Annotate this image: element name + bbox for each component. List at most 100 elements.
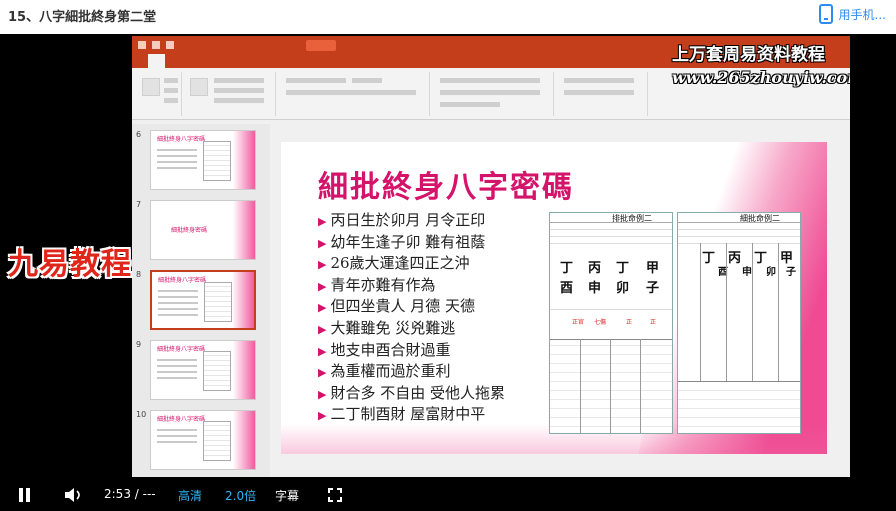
time-display: 2:53 / --- xyxy=(104,487,156,501)
chart-note: 正官 xyxy=(572,319,585,326)
bullet-item: ▶ 幼年生逢子卯 難有祖蔭 xyxy=(318,232,486,251)
ribbon-group-drawing xyxy=(558,72,648,116)
pillar-branch: 子 xyxy=(786,267,796,278)
tab-9 xyxy=(264,54,280,68)
paste-icon xyxy=(142,78,160,96)
thumbnail-slide-10[interactable]: 10 細批終身八字密碼 xyxy=(132,408,270,477)
thumbnail-number: 6 xyxy=(136,130,142,139)
thumbnail-slide-7[interactable]: 7 細批終身密碼 xyxy=(132,198,270,268)
phone-label: 用手机... xyxy=(838,7,886,22)
tab-4 xyxy=(181,54,197,68)
thumbnail-slide-9[interactable]: 9 細批終身八字密碼 xyxy=(132,338,270,408)
thumbnail-image: 細批終身八字密碼 xyxy=(150,270,256,330)
watermark-line1: 上万套周易资料教程 xyxy=(672,45,825,65)
bazi-chart-2: 細批命例二 丁 丙 丁 甲 酉 申 卯 子 xyxy=(677,212,801,434)
top-bar: 15、八字細批終身第二堂 用手机... xyxy=(0,0,896,34)
pillar-branch: 申 xyxy=(742,267,752,278)
bullet-arrow-icon: ▶ xyxy=(318,301,327,315)
pillar-branch: 子 xyxy=(646,281,660,296)
video-controls: 2:53 / --- 高清 2.0倍 字幕 xyxy=(0,479,896,511)
pause-icon[interactable] xyxy=(18,488,32,502)
bullet-arrow-icon: ▶ xyxy=(318,387,327,401)
thumbnail-image: 細批終身密碼 xyxy=(150,200,256,260)
pillar-stem: 丁 xyxy=(702,251,716,266)
pillar-stem: 甲 xyxy=(646,261,660,276)
undo-icon xyxy=(152,41,160,49)
pillar-stem: 丙 xyxy=(588,261,602,276)
thumbnail-title: 細批終身八字密碼 xyxy=(157,416,206,423)
thumbnail-image: 細批終身八字密碼 xyxy=(150,130,256,190)
thumbnail-title: 細批終身八字密碼 xyxy=(158,277,207,284)
phone-link[interactable]: 用手机... xyxy=(818,4,886,24)
bullet-item: ▶ 26歲大運逢四正之沖 xyxy=(318,254,470,273)
thumbnail-image: 細批終身八字密碼 xyxy=(150,410,256,470)
tab-5 xyxy=(198,54,214,68)
tab-2 xyxy=(148,54,165,68)
pillar-branch: 卯 xyxy=(616,281,630,296)
thumbnail-number: 7 xyxy=(136,200,142,209)
bullet-item: ▶ 地支申酉合財過重 xyxy=(318,340,451,359)
video-player[interactable]: 上万套周易资料教程 www.265zhouyiw.com 6 細批終身八字密碼 … xyxy=(0,34,896,511)
bazi-chart-1: 排批命例二 丁 丙 丁 甲 酉 申 卯 子 正官 七傷 正 正 xyxy=(549,212,673,434)
slide-title: 細批終身八字密碼 xyxy=(318,170,574,205)
bullet-arrow-icon: ▶ xyxy=(318,409,327,423)
subtitle-button[interactable]: 字幕 xyxy=(275,487,299,504)
chart-note: 正 xyxy=(650,319,657,326)
pillar-stem: 丁 xyxy=(560,261,574,276)
bullet-arrow-icon: ▶ xyxy=(318,215,327,228)
pillar-branch: 酉 xyxy=(560,281,574,296)
page-title: 15、八字細批終身第二堂 xyxy=(8,10,157,25)
thumbnail-title: 細批終身密碼 xyxy=(171,227,208,234)
thumbnail-number: 10 xyxy=(136,410,147,419)
bullet-item: ▶ 為重權而過於重利 xyxy=(318,362,451,381)
thumbnail-number: 9 xyxy=(136,340,142,349)
ribbon-group-paragraph xyxy=(434,72,554,116)
redo-icon xyxy=(166,41,174,49)
pillar-stem: 丙 xyxy=(728,251,742,266)
tab-7 xyxy=(231,54,247,68)
thumbnail-image: 細批終身八字密碼 xyxy=(150,340,256,400)
main-slide: 細批終身八字密碼 ▶ 丙日生於卯月 月令正印 ▶ 幼年生逢子卯 難有祖蔭 ▶ 26歲大… xyxy=(281,142,827,454)
speed-button[interactable]: 2.0倍 xyxy=(225,487,256,504)
bullet-item: ▶ 丙日生於卯月 月令正印 xyxy=(318,211,486,229)
tab-3 xyxy=(165,54,181,68)
bullet-item: ▶ 財合多 不自由 受他人拖累 xyxy=(318,383,506,402)
bullet-arrow-icon: ▶ xyxy=(318,258,327,272)
bullet-arrow-icon: ▶ xyxy=(318,279,327,293)
bullet-arrow-icon: ▶ xyxy=(318,236,327,250)
pillar-stem: 丁 xyxy=(616,261,630,276)
powerpoint-window: 上万套周易资料教程 www.265zhouyiw.com 6 細批終身八字密碼 … xyxy=(132,36,850,477)
ribbon-group-font xyxy=(280,72,430,116)
bullet-item: ▶ 大難雖免 災兇難逃 xyxy=(318,318,456,337)
video-page: 15、八字細批終身第二堂 用手机... 上万套周易资料教程 www.265zho… xyxy=(0,0,896,511)
pillar-branch: 卯 xyxy=(766,267,776,278)
bullet-item: ▶ 二丁制酉財 屋富財中平 xyxy=(318,405,486,424)
chart-note: 七傷 xyxy=(594,319,607,326)
save-icon xyxy=(138,41,146,49)
slide-thumbnails: 6 細批終身八字密碼 7 細批終身密碼 8 細批終身八字密碼 9 細批終身八字密… xyxy=(132,124,270,477)
pillar-branch: 申 xyxy=(588,281,602,296)
ribbon-group-clipboard xyxy=(138,72,182,116)
new-slide-icon xyxy=(190,78,208,96)
bullet-arrow-icon: ▶ xyxy=(318,344,327,358)
thumbnail-slide-6[interactable]: 6 細批終身八字密碼 xyxy=(132,128,270,198)
volume-icon[interactable] xyxy=(64,488,84,502)
fullscreen-icon[interactable] xyxy=(328,488,342,502)
quality-button[interactable]: 高清 xyxy=(178,487,202,504)
bullet-item: ▶ 青年亦難有作為 xyxy=(318,275,436,294)
thumbnail-title: 細批終身八字密碼 xyxy=(157,346,206,353)
chart-note: 正 xyxy=(626,319,633,326)
watermark-line2: www.265zhouyiw.com xyxy=(672,68,850,87)
tab-1 xyxy=(132,54,148,68)
tab-8 xyxy=(247,54,263,68)
bullet-arrow-icon: ▶ xyxy=(318,322,327,336)
ribbon-pill xyxy=(306,39,337,51)
tab-6 xyxy=(214,54,230,68)
ribbon-group-slides xyxy=(186,72,276,116)
slide-bullet-list: ▶ 丙日生於卯月 月令正印 ▶ 幼年生逢子卯 難有祖蔭 ▶ 26歲大運逢四正之沖 ▶ 青… xyxy=(318,210,505,426)
thumbnail-slide-8[interactable]: 8 細批終身八字密碼 xyxy=(132,268,270,338)
thumbnail-number: 8 xyxy=(136,270,142,279)
overlay-logo: 九易教程 xyxy=(8,247,132,282)
bullet-arrow-icon: ▶ xyxy=(318,366,327,380)
thumbnail-title: 細批終身八字密碼 xyxy=(157,136,206,143)
